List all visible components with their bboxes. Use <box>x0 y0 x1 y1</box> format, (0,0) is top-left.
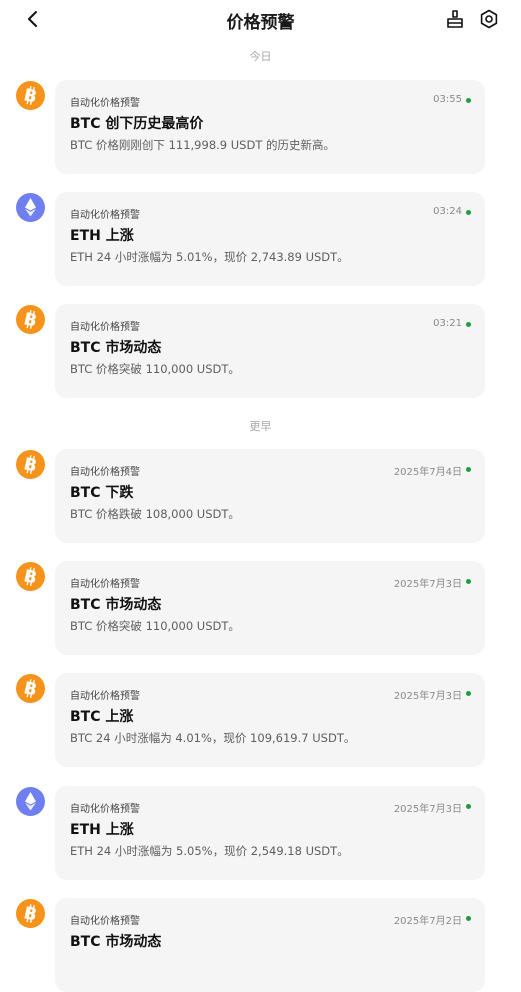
bitcoin-icon: B <box>16 450 45 479</box>
ethereum-icon <box>16 193 45 222</box>
bitcoin-icon: B <box>16 674 45 703</box>
notification-time: 03:21 <box>433 318 462 329</box>
notification-body: BTC 24 小时涨幅为 4.01%，现价 109,619.7 USDT。 <box>70 731 356 745</box>
notification-body: BTC 价格跌破 108,000 USDT。 <box>70 507 240 521</box>
notification-time: 2025年7月2日 <box>393 916 462 927</box>
unread-dot <box>466 467 471 472</box>
notification-title: BTC 市场动态 <box>70 340 162 356</box>
notification-time: 2025年7月3日 <box>393 579 462 590</box>
notification-title: BTC 市场动态 <box>70 597 162 613</box>
notification-card[interactable]: 自动化价格预警 2025年7月2日 BTC 市场动态 <box>55 898 485 992</box>
notification-card[interactable]: 自动化价格预警 03:24 ETH 上涨 ETH 24 小时涨幅为 5.01%，现价 … <box>55 192 485 286</box>
bitcoin-icon: B <box>16 899 45 928</box>
notification-body: ETH 24 小时涨幅为 5.01%，现价 2,743.89 USDT。 <box>70 250 349 264</box>
unread-dot <box>466 579 471 584</box>
notification-card[interactable]: 自动化价格预警 03:21 BTC 市场动态 BTC 价格突破 110,000 USD… <box>55 304 485 398</box>
notification-title: BTC 市场动态 <box>70 934 162 950</box>
notification-title: ETH 上涨 <box>70 822 134 838</box>
notification-source: 自动化价格预警 <box>70 916 140 927</box>
ethereum-icon <box>16 787 45 816</box>
notification-time: 2025年7月3日 <box>393 804 462 815</box>
bitcoin-icon: B <box>16 305 45 334</box>
notification-time: 2025年7月3日 <box>393 691 462 702</box>
bitcoin-icon: B <box>16 81 45 110</box>
notification-body: BTC 价格突破 110,000 USDT。 <box>70 619 240 633</box>
notification-source: 自动化价格预警 <box>70 691 140 702</box>
notification-body: ETH 24 小时涨幅为 5.05%，现价 2,549.18 USDT。 <box>70 844 349 858</box>
notification-title: BTC 下跌 <box>70 485 134 501</box>
notification-title: ETH 上涨 <box>70 228 134 244</box>
unread-dot <box>466 98 471 103</box>
notification-card[interactable]: 自动化价格预警 2025年7月3日 ETH 上涨 ETH 24 小时涨幅为 5.05%… <box>55 786 485 880</box>
notification-source: 自动化价格预警 <box>70 210 140 221</box>
broom-icon[interactable] <box>444 8 466 30</box>
notification-card[interactable]: 自动化价格预警 03:55 BTC 创下历史最高价 BTC 价格刚刚创下 111,99… <box>55 80 485 174</box>
notification-title: BTC 上涨 <box>70 709 134 725</box>
section-label-today: 今日 <box>249 50 272 63</box>
unread-dot <box>466 916 471 921</box>
unread-dot <box>466 210 471 215</box>
gear-icon[interactable] <box>478 8 500 30</box>
section-label-earlier: 更早 <box>249 420 272 433</box>
page-title: 价格预警 <box>226 13 295 33</box>
notification-source: 自动化价格预警 <box>70 467 140 478</box>
unread-dot <box>466 691 471 696</box>
notification-body: BTC 价格刚刚创下 111,998.9 USDT 的历史新高。 <box>70 138 336 152</box>
bitcoin-icon: B <box>16 562 45 591</box>
notification-time: 2025年7月4日 <box>393 467 462 478</box>
notification-card[interactable]: 自动化价格预警 2025年7月3日 BTC 市场动态 BTC 价格突破 110,000… <box>55 561 485 655</box>
notification-card[interactable]: 自动化价格预警 2025年7月3日 BTC 上涨 BTC 24 小时涨幅为 4.01%… <box>55 673 485 767</box>
notification-time: 03:55 <box>433 94 462 105</box>
top-bar: 价格预警 <box>0 0 521 40</box>
notification-source: 自动化价格预警 <box>70 804 140 815</box>
unread-dot <box>466 804 471 809</box>
notification-source: 自动化价格预警 <box>70 98 140 109</box>
notification-source: 自动化价格预警 <box>70 322 140 333</box>
notification-source: 自动化价格预警 <box>70 579 140 590</box>
notification-title: BTC 创下历史最高价 <box>70 116 204 132</box>
unread-dot <box>466 322 471 327</box>
notification-card[interactable]: 自动化价格预警 2025年7月4日 BTC 下跌 BTC 价格跌破 108,000 U… <box>55 449 485 543</box>
notification-body: BTC 价格突破 110,000 USDT。 <box>70 362 240 376</box>
notification-time: 03:24 <box>433 206 462 217</box>
